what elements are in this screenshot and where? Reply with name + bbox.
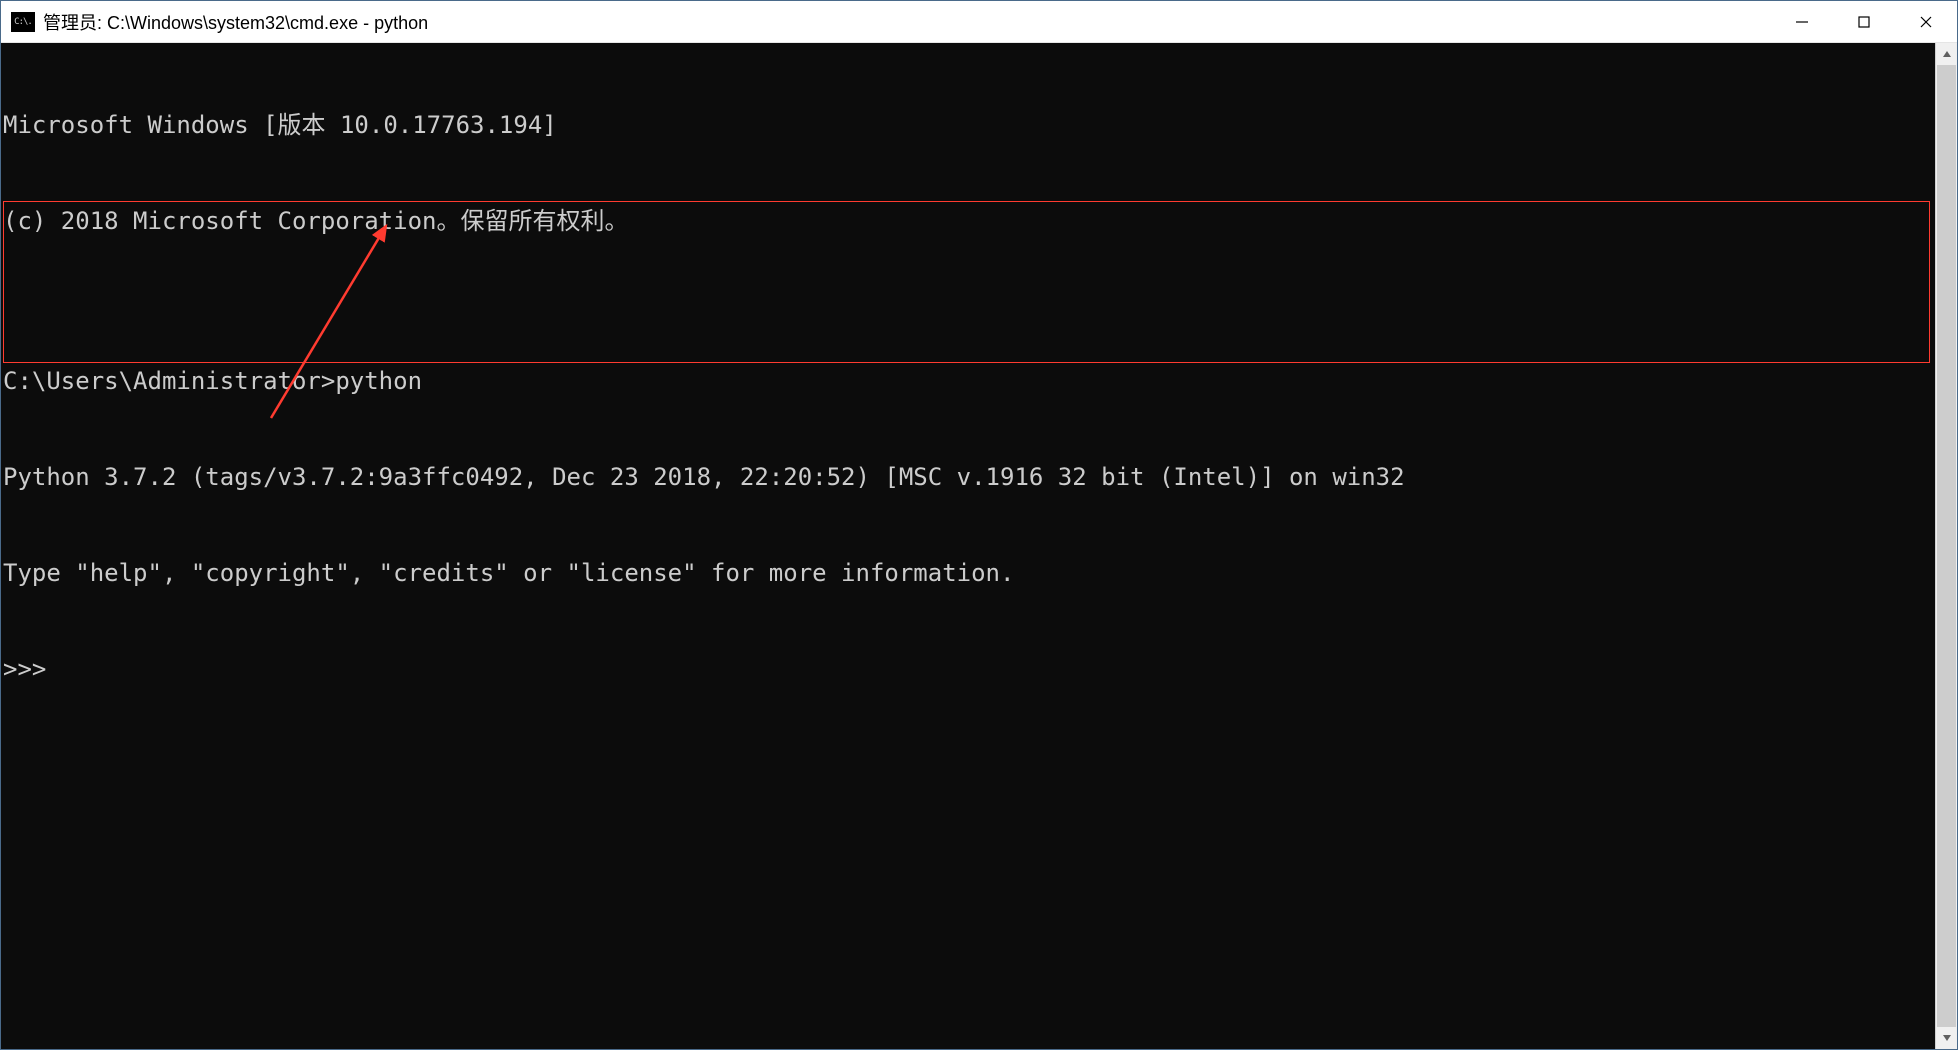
minimize-icon — [1795, 15, 1809, 29]
vertical-scrollbar[interactable] — [1935, 43, 1957, 1049]
terminal-line: C:\Users\Administrator>python — [3, 365, 1935, 397]
maximize-icon — [1857, 15, 1871, 29]
minimize-button[interactable] — [1771, 1, 1833, 42]
window-controls — [1771, 1, 1957, 42]
window-title: 管理员: C:\Windows\system32\cmd.exe - pytho… — [43, 9, 1771, 35]
terminal[interactable]: Microsoft Windows [版本 10.0.17763.194] (c… — [1, 43, 1935, 1049]
terminal-line: Microsoft Windows [版本 10.0.17763.194] — [3, 109, 1935, 141]
titlebar: C:\. 管理员: C:\Windows\system32\cmd.exe - … — [1, 1, 1957, 43]
cmd-icon: C:\. — [11, 12, 35, 32]
maximize-button[interactable] — [1833, 1, 1895, 42]
close-button[interactable] — [1895, 1, 1957, 42]
scroll-up-button[interactable] — [1936, 43, 1957, 65]
scrollbar-track[interactable] — [1936, 65, 1957, 1027]
terminal-line: Type "help", "copyright", "credits" or "… — [3, 557, 1935, 589]
terminal-line: Python 3.7.2 (tags/v3.7.2:9a3ffc0492, De… — [3, 461, 1935, 493]
terminal-line: (c) 2018 Microsoft Corporation。保留所有权利。 — [3, 205, 1935, 237]
chevron-down-icon — [1942, 1033, 1952, 1043]
terminal-line: >>> — [3, 653, 1935, 685]
close-icon — [1919, 15, 1933, 29]
terminal-wrap: Microsoft Windows [版本 10.0.17763.194] (c… — [1, 43, 1957, 1049]
chevron-up-icon — [1942, 49, 1952, 59]
scroll-down-button[interactable] — [1936, 1027, 1957, 1049]
scrollbar-thumb[interactable] — [1937, 65, 1956, 1027]
